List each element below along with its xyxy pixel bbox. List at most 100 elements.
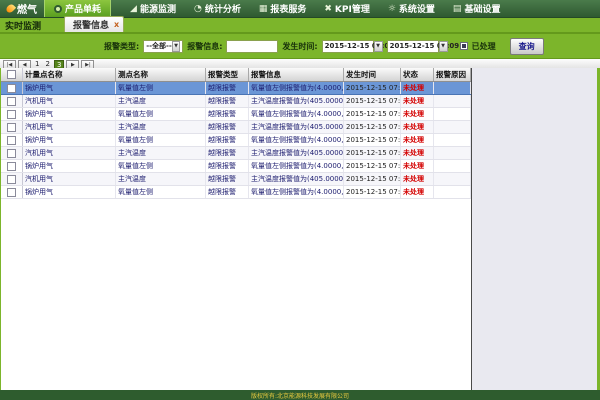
cell-message: 氧量值左侧报警值为(4.0000,7.0000),实际值为3.4521 xyxy=(249,134,344,146)
table-row[interactable]: 汽机用气主汽温度越限报警主汽温度报警值为(405.0000,420.0000),… xyxy=(1,121,471,134)
cell-time: 2015-12-15 07:56:53 xyxy=(344,95,401,107)
menu-item-3[interactable]: ▦报表服务 xyxy=(250,0,316,17)
row-checkbox[interactable] xyxy=(7,175,16,184)
cell-time: 2015-12-15 07:15:14 xyxy=(344,160,401,172)
column-header-1[interactable]: 计量点名称 xyxy=(23,68,116,81)
table-row[interactable]: 锅炉用气氧量值左侧越限报警氧量值左侧报警值为(4.0000,7.0000),实际… xyxy=(1,186,471,199)
select-all-checkbox[interactable] xyxy=(7,70,16,79)
cell-message: 主汽温度报警值为(405.0000,420.0000),实际值为402.5296 xyxy=(249,121,344,133)
time-from-dropdown-icon[interactable]: ▼ xyxy=(374,41,383,52)
cell-status: 未处理 xyxy=(401,173,434,185)
alarm-type-select[interactable]: --全部-- ▼ xyxy=(143,40,183,53)
row-checkbox[interactable] xyxy=(7,188,16,197)
footer-bar: 版权所有:北京能源科技发展有限公司 xyxy=(0,390,600,400)
menu-item-6[interactable]: ▤基础设置 xyxy=(444,0,510,17)
cell-time: 2015-12-15 07:20:22 xyxy=(344,147,401,159)
row-checkbox[interactable] xyxy=(7,97,16,106)
alarm-info-input[interactable] xyxy=(226,40,278,53)
row-checkbox[interactable] xyxy=(7,84,16,93)
cell-sensor: 主汽温度 xyxy=(116,173,206,185)
table-row[interactable]: 锅炉用气氧量值左侧越限报警氧量值左侧报警值为(4.0000,7.0000),实际… xyxy=(1,108,471,121)
menu-item-2[interactable]: ◔统计分析 xyxy=(185,0,250,17)
cell-status: 未处理 xyxy=(401,121,434,133)
cell-status: 未处理 xyxy=(401,82,434,94)
column-header-7[interactable]: 报警原因 xyxy=(434,68,471,81)
menu-item-4[interactable]: ✖KPI管理 xyxy=(315,0,378,17)
menu-item-label: 能源监测 xyxy=(140,2,176,15)
cell-message: 氧量值左侧报警值为(4.0000,7.0000),实际值为7.2187 xyxy=(249,186,344,198)
row-checkbox-cell xyxy=(1,95,23,107)
cell-type: 越限报警 xyxy=(206,147,249,159)
alarm-type-value: --全部-- xyxy=(146,41,172,51)
tab-alarm-info[interactable]: 报警信息 x xyxy=(64,16,124,32)
cell-status: 未处理 xyxy=(401,134,434,146)
handled-checkbox[interactable] xyxy=(460,42,468,50)
row-checkbox-cell xyxy=(1,173,23,185)
cell-reason xyxy=(434,134,471,146)
column-header-5[interactable]: 发生时间 xyxy=(344,68,401,81)
cell-status: 未处理 xyxy=(401,160,434,172)
column-header-2[interactable]: 测点名称 xyxy=(116,68,206,81)
row-checkbox[interactable] xyxy=(7,136,16,145)
menu-item-1[interactable]: ◢能源监测 xyxy=(121,0,185,17)
cell-reason xyxy=(434,160,471,172)
table-header-row: 计量点名称测点名称报警类型报警信息发生时间状态报警原因 xyxy=(1,68,471,82)
cell-sensor: 氧量值左侧 xyxy=(116,82,206,94)
cell-reason xyxy=(434,173,471,185)
row-checkbox[interactable] xyxy=(7,110,16,119)
time-to-input[interactable]: 2015-12-15 08:09 xyxy=(387,40,439,53)
row-checkbox-cell xyxy=(1,134,23,146)
column-header-6[interactable]: 状态 xyxy=(401,68,434,81)
table-row[interactable]: 锅炉用气氧量值左侧越限报警氧量值左侧报警值为(4.0000,7.0000),实际… xyxy=(1,82,471,95)
time-to-dropdown-icon[interactable]: ▼ xyxy=(439,41,448,52)
row-checkbox-cell xyxy=(1,160,23,172)
cell-message: 氧量值左侧报警值为(4.0000,7.0000),实际值为7.8354 xyxy=(249,160,344,172)
table-row[interactable]: 汽机用气主汽温度越限报警主汽温度报警值为(405.0000,420.0000),… xyxy=(1,95,471,108)
alarm-type-label: 报警类型: xyxy=(104,41,139,52)
cell-point: 锅炉用气 xyxy=(23,82,116,94)
menu-item-label: 系统设置 xyxy=(399,2,435,15)
cell-type: 越限报警 xyxy=(206,186,249,198)
table-row[interactable]: 锅炉用气氧量值左侧越限报警氧量值左侧报警值为(4.0000,7.0000),实际… xyxy=(1,160,471,173)
circle-icon xyxy=(54,5,62,13)
wrench-icon: ✖ xyxy=(324,4,332,14)
row-checkbox[interactable] xyxy=(7,123,16,132)
cell-sensor: 氧量值左侧 xyxy=(116,108,206,120)
table-row[interactable]: 汽机用气主汽温度越限报警主汽温度报警值为(405.0000,420.0000),… xyxy=(1,147,471,160)
menu-item-label: 统计分析 xyxy=(205,2,241,15)
cell-reason xyxy=(434,108,471,120)
cell-type: 越限报警 xyxy=(206,121,249,133)
column-header-3[interactable]: 报警类型 xyxy=(206,68,249,81)
table-row[interactable]: 锅炉用气氧量值左侧越限报警氧量值左侧报警值为(4.0000,7.0000),实际… xyxy=(1,134,471,147)
cell-reason xyxy=(434,186,471,198)
close-icon[interactable]: x xyxy=(114,21,119,29)
cell-sensor: 氧量值左侧 xyxy=(116,160,206,172)
clock-icon: ◔ xyxy=(194,4,202,14)
row-checkbox-cell xyxy=(1,186,23,198)
footer-text: 版权所有:北京能源科技发展有限公司 xyxy=(251,391,349,400)
cell-time: 2015-12-15 07:51:45 xyxy=(344,108,401,120)
row-checkbox-cell xyxy=(1,147,23,159)
cell-sensor: 氧量值左侧 xyxy=(116,134,206,146)
chart-line-icon: ◢ xyxy=(130,4,137,14)
cell-sensor: 主汽温度 xyxy=(116,95,206,107)
query-button[interactable]: 查询 xyxy=(510,38,544,55)
table-row[interactable]: 汽机用气主汽温度越限报警主汽温度报警值为(405.0000,420.0000),… xyxy=(1,173,471,186)
flame-icon xyxy=(5,3,16,14)
menu-item-label: KPI管理 xyxy=(335,2,370,15)
cell-message: 主汽温度报警值为(405.0000,420.0000),实际值为424.4460 xyxy=(249,147,344,159)
app-logo: 燃气 xyxy=(0,1,44,16)
row-checkbox[interactable] xyxy=(7,149,16,158)
cell-point: 锅炉用气 xyxy=(23,160,116,172)
column-header-4[interactable]: 报警信息 xyxy=(249,68,344,81)
cell-message: 主汽温度报警值为(405.0000,420.0000),实际值为421.0308 xyxy=(249,95,344,107)
occur-time-label: 发生时间: xyxy=(282,41,317,52)
cell-point: 汽机用气 xyxy=(23,95,116,107)
cell-sensor: 主汽温度 xyxy=(116,121,206,133)
row-checkbox[interactable] xyxy=(7,162,16,171)
cell-sensor: 主汽温度 xyxy=(116,147,206,159)
product-consumption-button[interactable]: 产品单耗 xyxy=(44,0,111,17)
time-from-input[interactable]: 2015-12-15 07:09 xyxy=(322,40,374,53)
cell-reason xyxy=(434,95,471,107)
menu-item-5[interactable]: ☼系统设置 xyxy=(379,0,444,17)
